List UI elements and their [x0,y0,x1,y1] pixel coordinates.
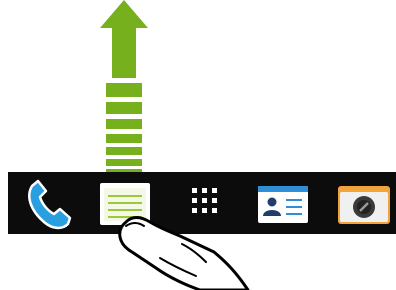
notes-icon [104,188,146,221]
camera-icon [338,186,390,224]
contact-card-icon [258,186,308,223]
app-grid-icon [192,188,217,213]
dock-item-apps[interactable] [192,188,217,213]
arrow-up-icon [100,0,148,173]
dock-item-phone[interactable] [18,178,76,230]
swipe-up-gesture-illustration [8,0,396,290]
dock-item-contacts[interactable] [258,186,308,223]
dock-item-camera[interactable] [338,186,390,224]
